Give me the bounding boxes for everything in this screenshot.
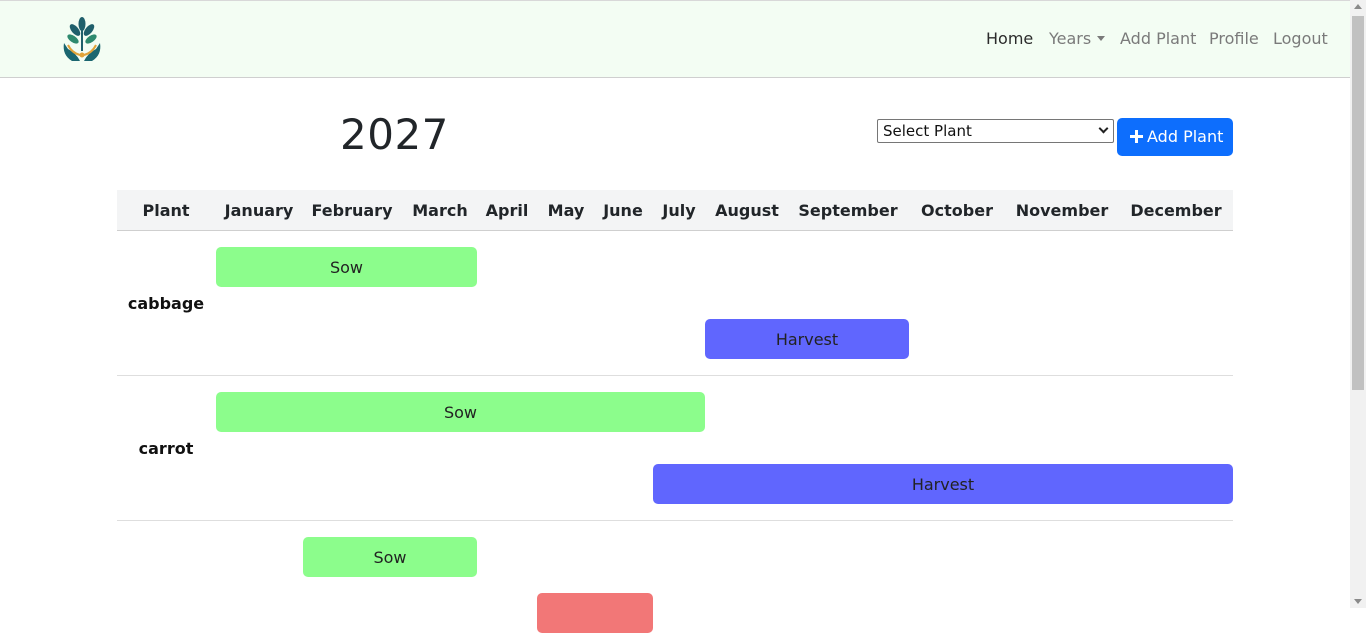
nav-home-link[interactable]: Home — [986, 29, 1033, 48]
add-plant-button[interactable]: Add Plant — [1117, 118, 1233, 156]
header-october: October — [921, 201, 993, 220]
header-august: August — [715, 201, 779, 220]
header-plant: Plant — [142, 201, 190, 220]
nav-profile-link[interactable]: Profile — [1209, 29, 1259, 48]
add-plant-button-label: Add Plant — [1147, 127, 1224, 146]
calendar-table-header: Plant January February March April May J… — [117, 190, 1233, 231]
header-july: July — [662, 201, 696, 220]
plant-name-cabbage: cabbage — [127, 294, 205, 313]
top-navbar: Home Years Add Plant Profile Logout — [0, 0, 1350, 78]
header-june: June — [603, 201, 643, 220]
scroll-down-arrow-icon[interactable] — [1354, 599, 1362, 604]
plant-hands-logo-icon[interactable] — [58, 15, 106, 65]
nav-years-dropdown[interactable]: Years — [1049, 29, 1106, 48]
header-february: February — [311, 201, 393, 220]
nav-add-plant-link[interactable]: Add Plant — [1120, 29, 1196, 48]
sow-bar-row3[interactable]: Sow — [303, 537, 477, 577]
plant-select-value: Select Plant — [883, 122, 972, 140]
header-may: May — [547, 201, 585, 220]
header-april: April — [485, 201, 529, 220]
caret-down-icon — [1097, 36, 1106, 41]
header-december: December — [1130, 201, 1222, 220]
nav-logout-link[interactable]: Logout — [1273, 29, 1328, 48]
harvest-bar-carrot[interactable]: Harvest — [653, 464, 1233, 504]
scrollbar-thumb[interactable] — [1352, 16, 1364, 390]
scroll-up-arrow-icon[interactable] — [1354, 4, 1362, 9]
header-november: November — [1015, 201, 1109, 220]
row-divider — [117, 375, 1233, 376]
header-january: January — [224, 201, 294, 220]
transplant-bar-row3[interactable] — [537, 593, 653, 633]
plant-select[interactable]: Select Plant — [877, 119, 1114, 143]
page-scrollbar[interactable] — [1350, 0, 1366, 608]
sow-bar-carrot[interactable]: Sow — [216, 392, 705, 432]
chevron-down-icon — [1098, 123, 1109, 134]
header-september: September — [798, 201, 898, 220]
plus-icon — [1130, 130, 1143, 143]
nav-years-label: Years — [1049, 29, 1092, 48]
header-march: March — [412, 201, 468, 220]
plant-name-carrot: carrot — [138, 439, 194, 458]
row-divider — [117, 520, 1233, 521]
harvest-bar-cabbage[interactable]: Harvest — [705, 319, 909, 359]
sow-bar-cabbage[interactable]: Sow — [216, 247, 477, 287]
year-title: 2027 — [340, 110, 449, 159]
